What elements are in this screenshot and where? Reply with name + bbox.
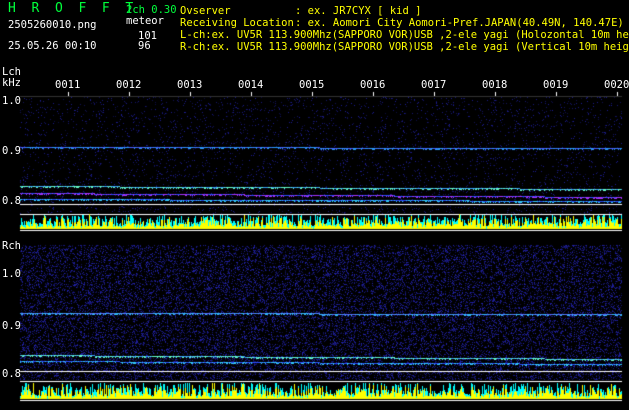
rch-freq-tick: 1.0 bbox=[2, 268, 21, 280]
time-tick-label: 0011 bbox=[55, 79, 81, 91]
datetime: 25.05.26 00:10 bbox=[8, 40, 97, 52]
app-title: H R O F F T bbox=[8, 1, 134, 16]
lch-freq-tick: 0.8 bbox=[2, 195, 21, 207]
time-tick-label: 0020 bbox=[604, 79, 629, 91]
observer-label: Ovserver bbox=[180, 5, 231, 17]
mode-label: meteor bbox=[126, 15, 164, 27]
rch-description: R-ch:ex. UV5R 113.900Mhz(SAPPORO VOR)USB… bbox=[180, 41, 629, 53]
time-tick-label: 0012 bbox=[116, 79, 142, 91]
location-value: : ex. Aomori City Aomori-Pref.JAPAN(40.4… bbox=[295, 17, 624, 29]
lch-freq-tick: 1.0 bbox=[2, 95, 21, 107]
time-tick-label: 0018 bbox=[482, 79, 508, 91]
rch-label: Rch bbox=[2, 240, 21, 252]
time-tick-label: 0019 bbox=[543, 79, 569, 91]
time-tick-label: 0017 bbox=[421, 79, 447, 91]
count-rch: 96 bbox=[138, 40, 151, 52]
time-tick-label: 0015 bbox=[299, 79, 325, 91]
spectrogram-canvas bbox=[0, 0, 629, 410]
lch-freq-tick: 0.9 bbox=[2, 145, 21, 157]
lch-description: L-ch:ex. UV5R 113.900Mhz(SAPPORO VOR)USB… bbox=[180, 29, 629, 41]
location-label: Receiving Location bbox=[180, 17, 294, 29]
khz-label: kHz bbox=[2, 77, 21, 89]
observer-value: : ex. JR7CYX [ kid ] bbox=[295, 5, 422, 17]
time-tick-label: 0016 bbox=[360, 79, 386, 91]
time-tick-label: 0014 bbox=[238, 79, 264, 91]
time-tick-label: 0013 bbox=[177, 79, 203, 91]
filename: 2505260010.png bbox=[8, 19, 97, 31]
rch-freq-tick: 0.8 bbox=[2, 368, 21, 380]
rch-freq-tick: 0.9 bbox=[2, 320, 21, 332]
